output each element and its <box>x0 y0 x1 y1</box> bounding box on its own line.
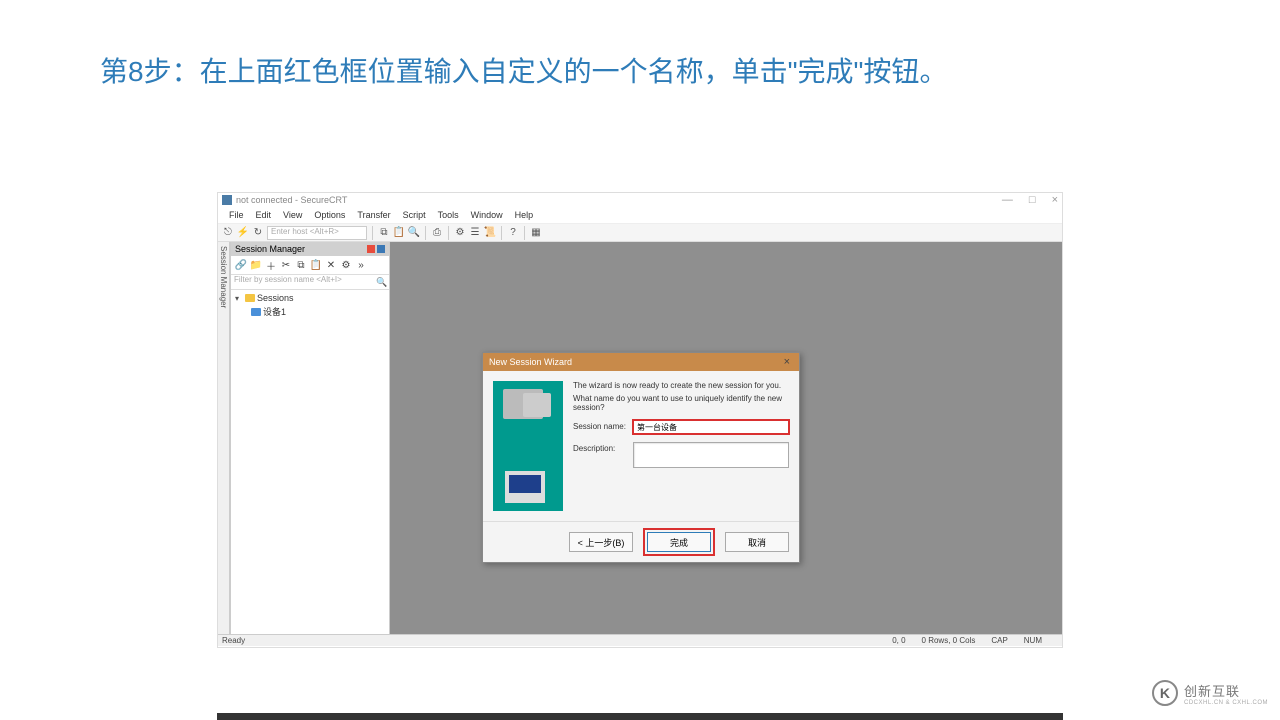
status-rows: 0 Rows, 0 Cols <box>922 636 976 645</box>
menu-transfer[interactable]: Transfer <box>352 209 395 221</box>
minimize-button[interactable]: — <box>1002 194 1013 206</box>
tree-item-label: 设备1 <box>263 305 286 318</box>
session-options-icon[interactable]: ☰ <box>469 227 481 239</box>
securecrt-window: not connected - SecureCRT — □ × File Edi… <box>217 192 1063 648</box>
reconnect-icon[interactable]: ↻ <box>252 227 264 239</box>
panel-header: Session Manager <box>231 242 389 256</box>
connect-icon[interactable]: ⎋ <box>222 227 234 239</box>
host-input[interactable]: Enter host <Alt+R> <box>267 226 367 240</box>
session-manager-panel: Session Manager 🔗 📁 ＋ ✂ ⧉ 📋 ✕ ⚙ » Filter… <box>230 242 390 634</box>
watermark-sub: CDCXHL.CN & CXHL.COM <box>1184 700 1268 706</box>
menu-window[interactable]: Window <box>466 209 508 221</box>
instruction-text: 第8步：在上面红色框位置输入自定义的一个名称，单击"完成"按钮。 <box>0 0 1280 115</box>
close-panel-icon[interactable] <box>377 245 385 253</box>
menu-script[interactable]: Script <box>398 209 431 221</box>
copy-icon[interactable]: ⧉ <box>378 227 390 239</box>
caret-icon[interactable]: ▾ <box>235 294 243 303</box>
session-manager-tab[interactable]: Session Manager <box>218 242 230 634</box>
status-bar: Ready 0, 0 0 Rows, 0 Cols CAP NUM <box>218 634 1062 646</box>
script-icon[interactable]: 📜 <box>484 227 496 239</box>
wizard-title-bar: New Session Wizard × <box>483 353 799 371</box>
status-pos: 0, 0 <box>892 636 905 645</box>
find-icon[interactable]: 🔍 <box>408 227 420 239</box>
paste2-icon[interactable]: 📋 <box>309 258 323 272</box>
app-icon <box>222 195 232 205</box>
panel-toolbar: 🔗 📁 ＋ ✂ ⧉ 📋 ✕ ⚙ » <box>231 256 389 275</box>
main-toolbar: ⎋ ⚡ ↻ Enter host <Alt+R> ⧉ 📋 🔍 ⎙ ⚙ ☰ 📜 ?… <box>218 224 1062 242</box>
tile-icon[interactable]: ▦ <box>530 227 542 239</box>
pin-icon[interactable] <box>367 245 375 253</box>
wizard-footer: < 上一步(B) 完成 取消 <box>483 521 799 562</box>
back-button[interactable]: < 上一步(B) <box>569 532 633 552</box>
filter-input[interactable]: Filter by session name <Alt+I> <box>231 275 375 289</box>
status-num: NUM <box>1024 636 1042 645</box>
link-icon[interactable]: 🔗 <box>234 258 248 272</box>
new-session-icon[interactable]: ＋ <box>264 258 278 272</box>
copy2-icon[interactable]: ⧉ <box>294 258 308 272</box>
menu-file[interactable]: File <box>224 209 249 221</box>
bottom-banner <box>217 713 1063 720</box>
delete-icon[interactable]: ✕ <box>324 258 338 272</box>
watermark-brand: 创新互联 <box>1184 681 1268 700</box>
description-input[interactable] <box>633 442 789 468</box>
menu-help[interactable]: Help <box>510 209 539 221</box>
wizard-text-2: What name do you want to use to uniquely… <box>573 394 789 412</box>
close-button[interactable]: × <box>1052 194 1058 206</box>
settings-icon[interactable]: ⚙ <box>454 227 466 239</box>
wizard-close-icon[interactable]: × <box>781 356 793 368</box>
panel-title: Session Manager <box>235 244 305 254</box>
session-name-input[interactable] <box>633 420 789 434</box>
menu-options[interactable]: Options <box>309 209 350 221</box>
status-ready: Ready <box>222 636 245 645</box>
session-tree: ▾ Sessions 设备1 <box>231 290 389 634</box>
new-session-wizard: New Session Wizard × The wizard is now r… <box>482 352 800 563</box>
paste-icon[interactable]: 📋 <box>393 227 405 239</box>
tree-root-label: Sessions <box>257 293 294 303</box>
status-caps: CAP <box>991 636 1007 645</box>
cancel-button[interactable]: 取消 <box>725 532 789 552</box>
tree-item[interactable]: 设备1 <box>235 304 385 319</box>
session-icon <box>251 308 261 316</box>
new-folder-icon[interactable]: 📁 <box>249 258 263 272</box>
cut-icon[interactable]: ✂ <box>279 258 293 272</box>
menu-tools[interactable]: Tools <box>433 209 464 221</box>
help-icon[interactable]: ? <box>507 227 519 239</box>
session-name-label: Session name: <box>573 420 629 431</box>
more-icon[interactable]: » <box>354 258 368 272</box>
wizard-title: New Session Wizard <box>489 357 572 367</box>
menu-view[interactable]: View <box>278 209 307 221</box>
window-title: not connected - SecureCRT <box>236 195 347 205</box>
menu-bar: File Edit View Options Transfer Script T… <box>218 207 1062 224</box>
quick-connect-icon[interactable]: ⚡ <box>237 227 249 239</box>
finish-button[interactable]: 完成 <box>647 532 711 552</box>
properties-icon[interactable]: ⚙ <box>339 258 353 272</box>
folder-icon <box>245 294 255 302</box>
wizard-text-1: The wizard is now ready to create the ne… <box>573 381 789 390</box>
menu-edit[interactable]: Edit <box>251 209 277 221</box>
wizard-graphic <box>493 381 563 511</box>
title-bar: not connected - SecureCRT — □ × <box>218 193 1062 207</box>
watermark: K 创新互联 CDCXHL.CN & CXHL.COM <box>1152 680 1268 706</box>
tree-root[interactable]: ▾ Sessions <box>235 292 385 304</box>
description-label: Description: <box>573 442 629 453</box>
print-icon[interactable]: ⎙ <box>431 227 443 239</box>
maximize-button[interactable]: □ <box>1029 194 1036 206</box>
filter-search-icon[interactable]: 🔍 <box>375 277 389 288</box>
watermark-logo-icon: K <box>1152 680 1178 706</box>
